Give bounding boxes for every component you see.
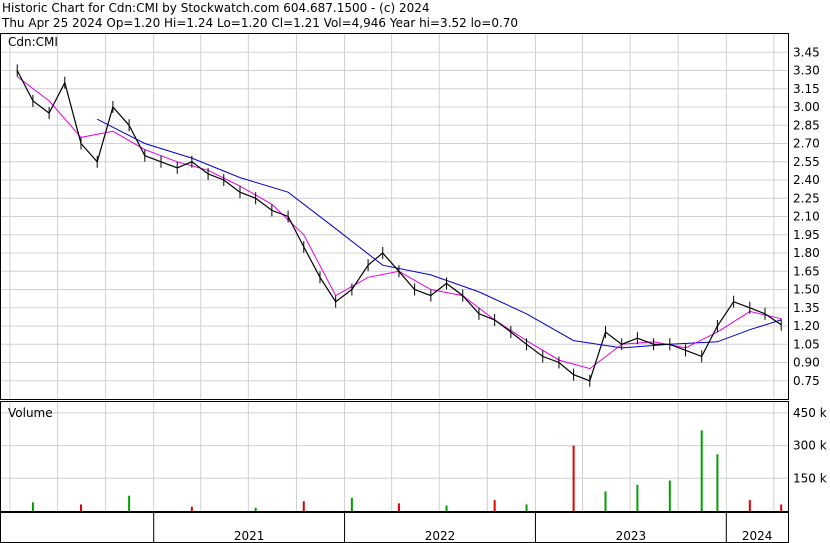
price-tick-label: 1.95 [793,228,820,242]
price-tick-label: 2.40 [793,173,820,187]
year-label: 2024 [742,529,773,543]
price-tick-label: 1.50 [793,283,820,297]
price-tick-label: 3.00 [793,100,820,114]
price-tick-label: 0.90 [793,356,820,370]
volume-tick-label: 300 k [793,439,827,453]
year-label: 2022 [425,529,456,543]
stock-chart: 3.45 3.30 3.15 3.00 2.85 2.70 2.55 2.40 2.25 2.10… [0,33,827,543]
price-axis: 3.45 3.30 3.15 3.00 2.85 2.70 2.55 2.40 2.25 2.10… [793,45,820,388]
volume-axis: 450 k 300 k 150 k [793,406,827,485]
price-tick-label: 3.15 [793,82,820,96]
price-panel-title: Cdn:CMI [8,35,58,49]
volume-panel-title: Volume [8,406,53,420]
price-tick-label: 1.20 [793,319,820,333]
price-tick-label: 2.55 [793,155,820,169]
price-tick-label: 1.65 [793,264,820,278]
price-tick-label: 2.70 [793,137,820,151]
year-label: 2021 [234,529,265,543]
price-tick-label: 0.75 [793,374,820,388]
price-tick-label: 3.45 [793,45,820,59]
year-label: 2023 [616,529,647,543]
price-tick-label: 3.30 [793,64,820,78]
price-tick-label: 2.25 [793,191,820,205]
price-tick-label: 1.05 [793,337,820,351]
volume-tick-label: 150 k [793,471,827,485]
price-tick-label: 2.85 [793,118,820,132]
volume-tick-label: 450 k [793,406,827,420]
x-axis-frame [0,512,789,543]
price-tick-label: 1.35 [793,301,820,315]
price-tick-label: 2.10 [793,210,820,224]
price-tick-label: 1.80 [793,246,820,260]
